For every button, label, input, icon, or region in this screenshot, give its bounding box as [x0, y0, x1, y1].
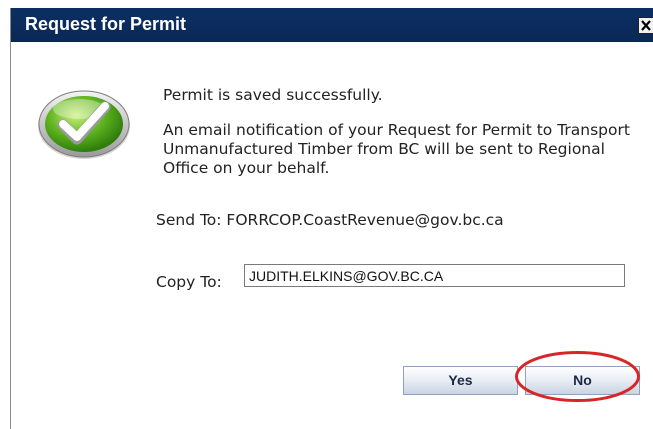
request-for-permit-dialog: Request for Permit Permit is saved succe… — [10, 8, 653, 429]
copy-to-input[interactable] — [244, 264, 625, 287]
dialog-title: Request for Permit — [25, 14, 187, 34]
send-to-text: Send To: FORRCOP.CoastRevenue@gov.bc.ca — [156, 211, 504, 229]
copy-to-label: Copy To: — [156, 273, 222, 291]
no-button[interactable]: No — [525, 366, 640, 395]
background-page-strip — [0, 0, 653, 8]
success-message: Permit is saved successfully. — [163, 86, 383, 104]
close-icon — [641, 20, 651, 31]
notification-message: An email notification of your Request fo… — [163, 121, 630, 177]
checkmark-success-icon — [38, 90, 130, 159]
yes-button[interactable]: Yes — [403, 366, 518, 395]
dialog-titlebar: Request for Permit — [11, 8, 653, 42]
close-button[interactable] — [638, 17, 653, 34]
